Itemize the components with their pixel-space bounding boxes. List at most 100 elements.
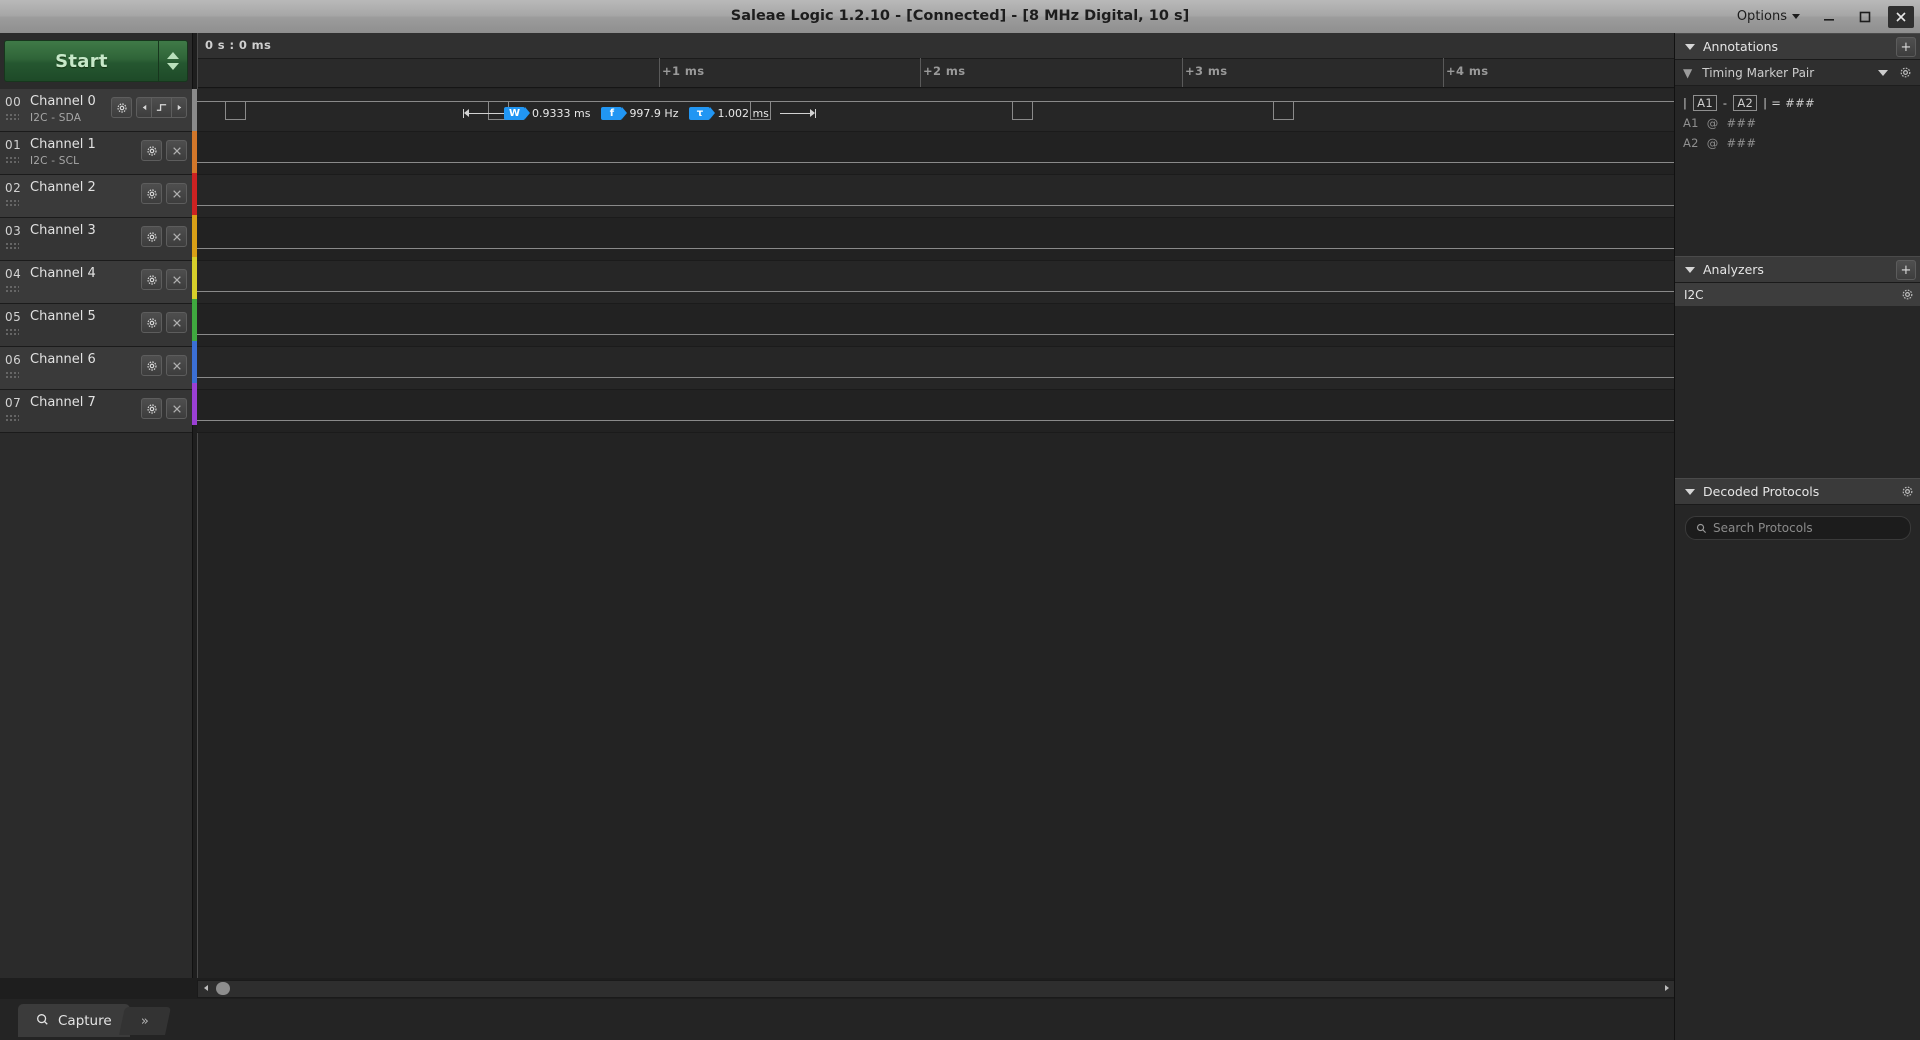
time-tick	[920, 58, 921, 87]
decoded-protocols-title: Decoded Protocols	[1703, 484, 1820, 499]
maximize-button[interactable]	[1852, 6, 1878, 28]
channel-name[interactable]: Channel 6	[30, 352, 96, 367]
analyzers-panel-header[interactable]: Analyzers +	[1675, 256, 1920, 283]
annotation-details: | A1 - A2 | = ### A1 @ ### A2 @ ###	[1675, 86, 1920, 256]
waveform-row[interactable]	[197, 390, 1674, 433]
chevron-down-icon[interactable]	[1685, 488, 1695, 495]
channel-name[interactable]: Channel 5	[30, 309, 96, 324]
channel-hide-button[interactable]	[166, 226, 187, 247]
time-ruler[interactable]: 0 s : 0 ms	[197, 33, 1674, 88]
channel-hide-button[interactable]	[166, 269, 187, 290]
channel-name[interactable]: Channel 0	[30, 94, 96, 109]
channel-name[interactable]: Channel 2	[30, 180, 96, 195]
scroll-right-arrow[interactable]	[1660, 981, 1674, 995]
channel-row[interactable]: 02 Channel 2	[0, 175, 192, 218]
channel-settings-button[interactable]	[141, 312, 162, 333]
marker-a2-chip[interactable]: A2	[1733, 95, 1758, 111]
channel-settings-button[interactable]	[141, 398, 162, 419]
drag-handle-icon[interactable]	[5, 156, 19, 165]
annotation-marker-row[interactable]: ▼ Timing Marker Pair	[1675, 60, 1920, 86]
trigger-edge-button[interactable]	[152, 97, 172, 118]
channel-row[interactable]: 06 Channel 6	[0, 347, 192, 390]
options-button[interactable]: Options	[1731, 7, 1806, 26]
channel-row[interactable]: 03 Channel 3	[0, 218, 192, 261]
channel-name[interactable]: Channel 3	[30, 223, 96, 238]
annotations-panel-header[interactable]: Annotations +	[1675, 33, 1920, 60]
waveform-row[interactable]	[197, 218, 1674, 261]
search-protocols-box[interactable]: Search Protocols	[1685, 516, 1911, 540]
scrollbar-thumb[interactable]	[216, 982, 230, 995]
marker-type-label: Timing Marker Pair	[1702, 65, 1815, 80]
channel-settings-button[interactable]	[141, 183, 162, 204]
waveform-graph[interactable]: 0 s : 0 ms +1 ms +2 ms +3 ms +4 ms W 0.9333…	[197, 33, 1674, 978]
time-tick	[1182, 58, 1183, 87]
drag-handle-icon[interactable]	[5, 371, 19, 380]
search-protocols-input[interactable]: Search Protocols	[1713, 521, 1813, 535]
drag-handle-icon[interactable]	[5, 113, 19, 122]
channel-hide-button[interactable]	[166, 312, 187, 333]
channel-hide-button[interactable]	[166, 183, 187, 204]
add-analyzer-button[interactable]: +	[1896, 260, 1916, 280]
waveform-row[interactable]	[197, 132, 1674, 175]
trigger-prev-button[interactable]	[136, 97, 152, 118]
marker-a1-chip[interactable]: A1	[1693, 95, 1717, 111]
trigger-next-button[interactable]	[172, 97, 187, 118]
drag-handle-icon[interactable]	[5, 199, 19, 208]
add-annotation-button[interactable]: +	[1896, 37, 1916, 57]
decoded-protocols-settings-button[interactable]	[1898, 482, 1916, 500]
chevron-down-icon[interactable]	[1878, 69, 1888, 76]
waveform-row[interactable]	[197, 175, 1674, 218]
waveform-pulse	[1012, 101, 1033, 120]
triangle-up-icon[interactable]	[167, 52, 179, 59]
channel-name[interactable]: Channel 1	[30, 137, 96, 152]
channel-hide-button[interactable]	[166, 398, 187, 419]
analyzers-title: Analyzers	[1703, 262, 1764, 277]
triangle-down-icon[interactable]	[167, 63, 179, 70]
channel-row[interactable]: 05 Channel 5	[0, 304, 192, 347]
decoded-protocols-panel-header[interactable]: Decoded Protocols	[1675, 478, 1920, 505]
drag-handle-icon[interactable]	[5, 414, 19, 423]
timing-measurement[interactable]: W 0.9333 ms f 997.9 Hz τ 1.002 ms	[463, 105, 816, 121]
close-button[interactable]	[1888, 5, 1914, 28]
capture-options-stepper[interactable]	[159, 40, 188, 82]
channel-settings-button[interactable]	[141, 226, 162, 247]
channel-row[interactable]: 00 Channel 0 I2C - SDA	[0, 89, 192, 132]
waveform-row[interactable]	[197, 261, 1674, 304]
chevron-down-icon[interactable]	[1685, 43, 1695, 50]
channel-row[interactable]: 07 Channel 7	[0, 390, 192, 433]
channel-hide-button[interactable]	[166, 355, 187, 376]
chevron-down-icon[interactable]	[1685, 266, 1695, 273]
minimize-button[interactable]	[1816, 6, 1842, 28]
scroll-left-arrow[interactable]	[199, 981, 213, 995]
channel-settings-button[interactable]	[111, 97, 132, 118]
channel-settings-button[interactable]	[141, 355, 162, 376]
gear-icon	[146, 317, 157, 328]
period-badge-icon: τ	[689, 106, 716, 120]
channel-settings-button[interactable]	[141, 269, 162, 290]
analyzer-settings-button[interactable]	[1898, 285, 1916, 303]
channel-hide-button[interactable]	[166, 140, 187, 161]
start-button[interactable]: Start	[4, 40, 159, 82]
analyzer-item-i2c[interactable]: I2C	[1675, 283, 1920, 306]
channel-row[interactable]: 04 Channel 4	[0, 261, 192, 304]
maximize-icon	[1859, 11, 1871, 22]
marker-type-select[interactable]: Timing Marker Pair	[1702, 63, 1878, 82]
trigger-selector[interactable]	[136, 97, 187, 118]
tab-overflow-button[interactable]: »	[119, 1007, 171, 1035]
channel-row[interactable]: 01 Channel 1 I2C - SCL	[0, 132, 192, 175]
annotation-a1-line: A1 @ ###	[1683, 116, 1920, 130]
drag-handle-icon[interactable]	[5, 285, 19, 294]
drag-handle-icon[interactable]	[5, 242, 19, 251]
channel-buttons	[111, 97, 187, 118]
channel-name[interactable]: Channel 7	[30, 395, 96, 410]
main-body: Start 00 Channel 0 I2C - SDA 01 Channel 1 I2C…	[0, 33, 1920, 1040]
waveform-row[interactable]	[197, 89, 1674, 132]
channel-settings-button[interactable]	[141, 140, 162, 161]
annotation-settings-button[interactable]	[1896, 64, 1914, 82]
tab-capture[interactable]: Capture	[18, 1004, 130, 1037]
horizontal-scrollbar[interactable]	[197, 980, 1676, 998]
channel-name[interactable]: Channel 4	[30, 266, 96, 281]
drag-handle-icon[interactable]	[5, 328, 19, 337]
waveform-row[interactable]	[197, 347, 1674, 390]
waveform-row[interactable]	[197, 304, 1674, 347]
